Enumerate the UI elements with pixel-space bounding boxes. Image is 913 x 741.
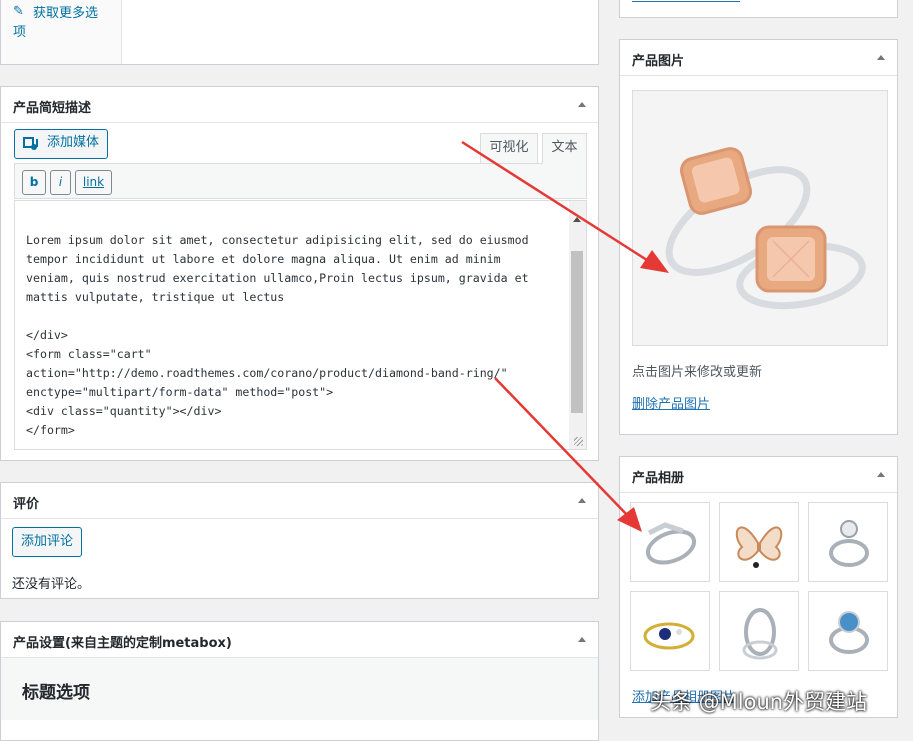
- ring-icon: [742, 608, 778, 660]
- section-title: 标题选项: [22, 683, 90, 703]
- collapse-arrow-icon[interactable]: [877, 55, 885, 60]
- ring-icon: [645, 522, 697, 565]
- truncated-link[interactable]: [632, 0, 740, 2]
- editor-content[interactable]: Lorem ipsum dolor sit amet, consectetur …: [26, 231, 556, 440]
- settings-section: 标题选项: [1, 658, 598, 720]
- add-media-button[interactable]: 添加媒体: [14, 129, 109, 159]
- link-button[interactable]: link: [75, 170, 112, 195]
- gallery-item[interactable]: [808, 591, 888, 671]
- product-settings-panel: 产品设置(来自主题的定制metabox) 标题选项: [0, 621, 599, 741]
- left-top-box: ✎ 获取更多选 项: [0, 0, 599, 65]
- product-image[interactable]: [632, 90, 888, 346]
- reviews-panel: 评价 添加评论 还没有评论。: [0, 482, 599, 599]
- italic-button[interactable]: i: [50, 170, 71, 195]
- panel-title: 产品简短描述: [13, 101, 92, 116]
- ring-icon: [643, 622, 695, 650]
- tab-text[interactable]: 文本: [542, 133, 587, 164]
- panel-title: 产品图片: [632, 54, 685, 69]
- gallery-item[interactable]: [630, 502, 710, 582]
- panel-title: 产品设置(来自主题的定制metabox): [13, 636, 232, 651]
- panel-header[interactable]: 产品相册: [620, 457, 897, 493]
- product-gallery-panel: 产品相册 添加产品相册图片: [619, 456, 898, 718]
- collapse-arrow-icon[interactable]: [578, 102, 586, 107]
- right-top-box: [619, 0, 898, 18]
- panel-title: 产品相册: [632, 471, 685, 486]
- collapse-arrow-icon[interactable]: [877, 472, 885, 477]
- collapse-arrow-icon[interactable]: [578, 637, 586, 642]
- tab-text-label: 文本: [551, 140, 578, 155]
- scrollbar[interactable]: [569, 201, 586, 449]
- more-options-link[interactable]: 获取更多选 项: [13, 4, 113, 42]
- options-sidebar: ✎ 获取更多选 项: [1, 0, 122, 64]
- diamond-rings-image: [665, 147, 866, 310]
- panel-header[interactable]: 产品设置(来自主题的定制metabox): [1, 622, 598, 658]
- scrollbar-thumb[interactable]: [571, 251, 583, 413]
- gallery-item[interactable]: [808, 502, 888, 582]
- butterfly-brooch-icon: [735, 526, 783, 568]
- remove-image-link[interactable]: 删除产品图片: [632, 393, 710, 412]
- collapse-arrow-icon[interactable]: [578, 498, 586, 503]
- image-hint-text: 点击图片来修改或更新: [632, 365, 763, 380]
- watermark: 头条 @Mloun外贸建站: [650, 690, 868, 714]
- ring-icon: [829, 520, 869, 567]
- gallery-item[interactable]: [719, 502, 799, 582]
- add-review-button[interactable]: 添加评论: [12, 527, 83, 557]
- product-image-panel: 产品图片 点击图片来修改或更新 删除产品图片: [619, 39, 898, 435]
- quicktags-toolbar: b i link: [14, 163, 587, 199]
- panel-header[interactable]: 产品简短描述: [1, 87, 598, 123]
- panel-header[interactable]: 评价: [1, 483, 598, 519]
- bold-button[interactable]: b: [22, 170, 46, 195]
- panel-header[interactable]: 产品图片: [620, 40, 897, 76]
- gallery-item[interactable]: [630, 591, 710, 671]
- add-media-label: 添加媒体: [47, 135, 100, 150]
- resize-handle-icon[interactable]: [574, 437, 583, 446]
- panel-title: 评价: [13, 497, 40, 512]
- no-reviews-text: 还没有评论。: [12, 577, 91, 592]
- tab-visual-label: 可视化: [489, 140, 529, 155]
- gallery-item[interactable]: [719, 591, 799, 671]
- short-description-panel: 产品简短描述 添加媒体 可视化 文本 b i link Lorem ipsum …: [0, 86, 599, 461]
- text-editor[interactable]: Lorem ipsum dolor sit amet, consectetur …: [14, 200, 587, 450]
- tab-visual[interactable]: 可视化: [480, 133, 538, 163]
- ring-icon: [829, 611, 869, 654]
- media-icon: [23, 136, 39, 152]
- scroll-up-arrow[interactable]: [573, 217, 581, 222]
